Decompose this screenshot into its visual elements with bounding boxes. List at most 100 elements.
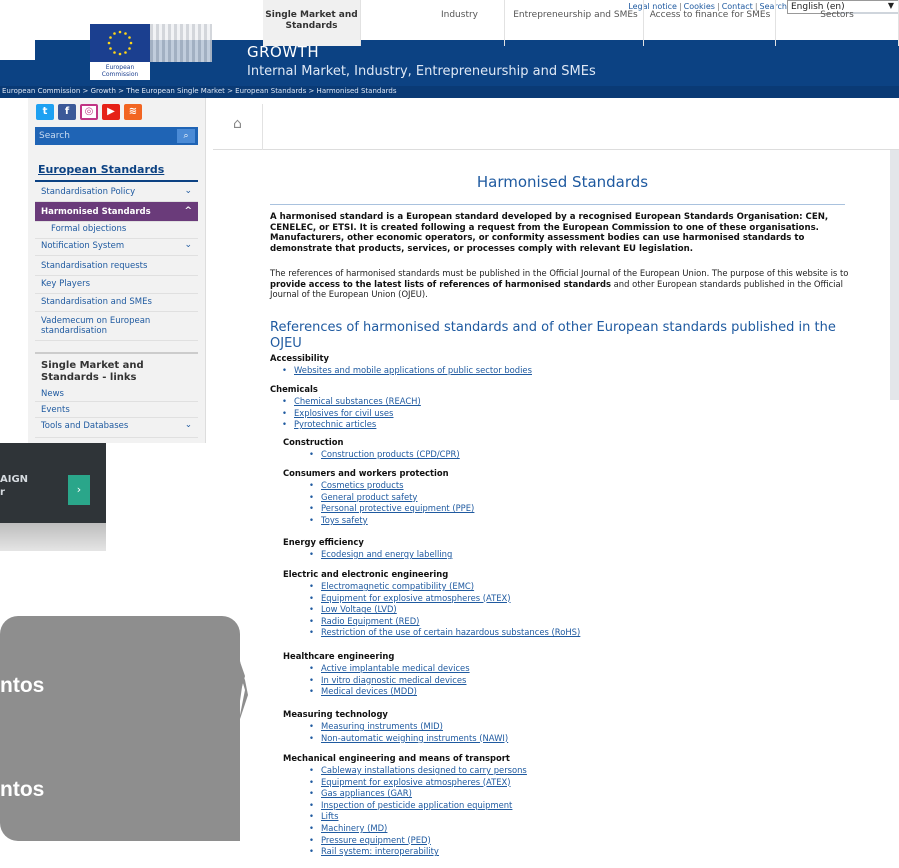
category-link-label: Pressure equipment (PED) xyxy=(321,834,431,845)
category-link[interactable]: • Machinery (MD) xyxy=(309,823,387,833)
search-form: ⌕ xyxy=(35,127,198,145)
promo-line1: AIGN xyxy=(0,474,29,485)
category-link[interactable]: • Measuring instruments (MID) xyxy=(309,721,443,731)
nav-item-standardisation-smes[interactable]: Standardisation and SMEs xyxy=(35,292,198,312)
nav-item-vademecum[interactable]: Vademecum on European standardisation xyxy=(35,311,198,341)
category-link-label: Equipment for explosive atmospheres (ATE… xyxy=(321,592,511,603)
category-link[interactable]: • Pyrotechnic articles xyxy=(282,419,376,429)
bullet-icon: • xyxy=(309,799,314,810)
tab-access-finance[interactable]: Access to finance for SMEs xyxy=(645,0,776,46)
search-icon[interactable]: ⌕ xyxy=(177,129,195,143)
category-link[interactable]: • Explosives for civil uses xyxy=(282,408,393,418)
category-link[interactable]: • Rail system: interoperability xyxy=(309,846,439,856)
category-link[interactable]: • Personal protective equipment (PPE) xyxy=(309,503,474,513)
logo-caption: European Commission xyxy=(90,62,150,80)
category-link-label: Cableway installations designed to carry… xyxy=(321,765,527,775)
bullet-icon: • xyxy=(309,846,314,857)
chevron-down-icon: ⌄ xyxy=(184,240,192,250)
category-link[interactable]: • General product safety xyxy=(309,492,417,502)
category-link[interactable]: • Low Voltage (LVD) xyxy=(309,604,397,614)
bullet-icon: • xyxy=(309,834,314,845)
category-link[interactable]: • Non-automatic weighing instruments (NAW… xyxy=(309,733,508,743)
home-icon[interactable]: ⌂ xyxy=(213,104,263,150)
bullet-icon: • xyxy=(282,407,287,418)
category-link[interactable]: • Inspection of pesticide application equ… xyxy=(309,800,512,810)
page-title: Harmonised Standards xyxy=(476,173,649,191)
category-link[interactable]: • Cableway installations designed to carr… xyxy=(309,765,527,775)
category-heading: Chemicals xyxy=(270,384,318,394)
category-link-label: Gas appliances (GAR) xyxy=(321,788,412,799)
tab-entrepreneurship[interactable]: Entrepreneurship and SMEs xyxy=(508,0,644,46)
tab-sectors[interactable]: Sectors xyxy=(776,0,899,46)
tab-industry[interactable]: Industry xyxy=(415,0,505,46)
category-link-label: Electromagnetic compatibility (EMC) xyxy=(321,581,475,591)
category-link[interactable]: • Cosmetics products xyxy=(309,480,403,490)
bullet-icon: • xyxy=(309,604,314,615)
bullet-icon: • xyxy=(309,776,314,787)
promo-banner: AIGN r › xyxy=(0,443,106,551)
category-link[interactable]: • Equipment for explosive atmospheres (AT… xyxy=(309,777,511,787)
intro-paragraph: A harmonised standard is a European stan… xyxy=(270,212,829,254)
bullet-icon: • xyxy=(309,811,314,822)
category-link-label: Machinery (MD) xyxy=(321,823,388,833)
category-link[interactable]: • Toys safety xyxy=(309,515,368,525)
category-link[interactable]: • Restriction of the use of certain hazar… xyxy=(309,627,580,637)
facebook-icon[interactable]: f xyxy=(58,104,76,120)
callout-pointer xyxy=(238,656,245,701)
bullet-icon: • xyxy=(309,592,314,603)
category-link[interactable]: • Construction products (CPD/CPR) xyxy=(309,449,460,459)
main-nav-tabs xyxy=(213,104,899,150)
bullet-icon: • xyxy=(309,732,314,743)
category-link[interactable]: • Medical devices (MDD) xyxy=(309,686,417,696)
category-link[interactable]: • Gas appliances (GAR) xyxy=(309,788,412,798)
nav-title[interactable]: European Standards xyxy=(35,158,198,182)
category-link[interactable]: • Radio Equipment (RED) xyxy=(309,616,419,626)
nav-item-standardisation-requests[interactable]: Standardisation requests xyxy=(35,256,198,276)
category-link[interactable]: • Electromagnetic compatibility (EMC) xyxy=(309,581,474,591)
bullet-icon: • xyxy=(309,686,314,697)
link-news[interactable]: News xyxy=(35,386,198,402)
category-link[interactable]: • Lifts xyxy=(309,811,338,821)
nav-item-standardisation-policy[interactable]: Standardisation Policy ⌄ xyxy=(35,182,198,202)
category-link[interactable]: • In vitro diagnostic medical devices xyxy=(309,675,466,685)
category-link-label: Chemical substances (REACH) xyxy=(294,396,421,406)
twitter-icon[interactable]: t xyxy=(36,104,54,120)
link-events[interactable]: Events xyxy=(35,402,198,418)
nav-item-notification-system[interactable]: Notification System ⌄ xyxy=(35,236,198,256)
category-link[interactable]: • Ecodesign and energy labelling xyxy=(309,549,452,559)
chevron-right-icon[interactable]: › xyxy=(68,475,90,505)
logo-caption-line1: European xyxy=(105,64,135,71)
purpose-text-a: The references of harmonised standards m… xyxy=(270,268,849,278)
bullet-icon: • xyxy=(309,765,314,775)
category-link[interactable]: • Active implantable medical devices xyxy=(309,663,470,673)
category-link-label: General product safety xyxy=(321,491,418,502)
commission-building-logo xyxy=(150,24,212,62)
category-link[interactable]: • Pressure equipment (PED) xyxy=(309,835,431,845)
nav-item-label: Standardisation Policy xyxy=(41,187,136,197)
link-tools-databases[interactable]: Tools and Databases ⌄ xyxy=(35,418,198,438)
instagram-icon[interactable]: ◎ xyxy=(80,104,98,120)
category-link-label: Ecodesign and energy labelling xyxy=(321,549,453,559)
bullet-icon: • xyxy=(309,449,314,459)
breadcrumb[interactable]: European Commission > Growth > The Europ… xyxy=(2,87,396,95)
category-link[interactable]: • Websites and mobile applications of pub… xyxy=(282,365,532,375)
category-heading: Consumers and workers protection xyxy=(283,468,449,478)
search-input[interactable] xyxy=(37,129,177,143)
rss-icon[interactable]: ≋ xyxy=(124,104,142,120)
nav-item-label: Harmonised Standards xyxy=(41,207,151,217)
category-link-label: Lifts xyxy=(321,811,339,822)
right-edge-shadow xyxy=(890,150,899,400)
chevron-up-icon: ^ xyxy=(184,206,192,216)
category-link-label: Personal protective equipment (PPE) xyxy=(321,503,475,514)
promo-dark-panel: AIGN r › xyxy=(0,443,106,523)
category-link[interactable]: • Equipment for explosive atmospheres (AT… xyxy=(309,593,511,603)
nav-item-label: Notification System xyxy=(41,241,125,251)
tab-single-market[interactable]: Single Market and Standards xyxy=(263,0,361,46)
youtube-icon[interactable]: ▶ xyxy=(102,104,120,120)
category-link-label: Non-automatic weighing instruments (NAWI… xyxy=(321,732,509,743)
eu-flag-logo[interactable] xyxy=(90,24,150,62)
breadcrumb-bar: European Commission > Growth > The Europ… xyxy=(0,86,899,98)
category-link[interactable]: • Chemical substances (REACH) xyxy=(282,396,421,406)
nav-item-key-players[interactable]: Key Players xyxy=(35,274,198,294)
references-heading: References of harmonised standards and o… xyxy=(270,320,836,351)
